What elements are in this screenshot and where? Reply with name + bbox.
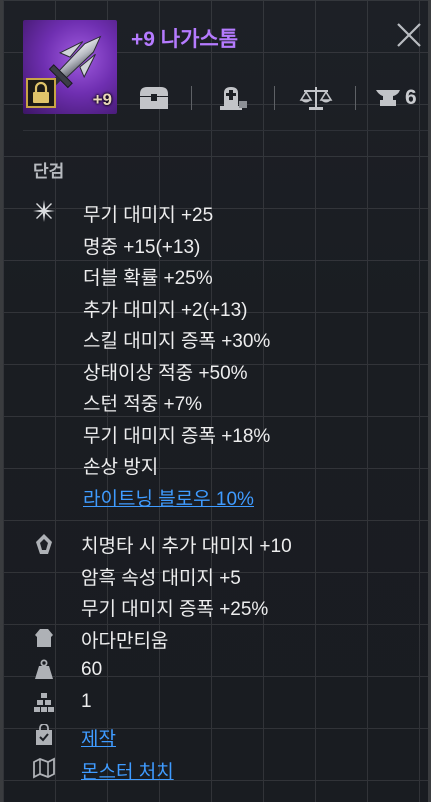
quantity-value: 1 bbox=[81, 691, 92, 712]
anvil-count: 6 bbox=[405, 86, 417, 109]
header-divider bbox=[23, 130, 428, 131]
stat-line: 무기 대미지 증폭 +18% bbox=[83, 425, 271, 447]
stat-line: 무기 대미지 증폭 +25% bbox=[81, 599, 269, 620]
stat-line: 더블 확률 +25% bbox=[83, 268, 213, 289]
material-icon bbox=[35, 629, 53, 647]
item-tooltip-panel: +9 +9 나가스톰 6 단검 무기 대미지 +25 명중 +15(+13) 더… bbox=[0, 0, 431, 802]
craft-bag-icon bbox=[36, 724, 52, 745]
toolbar-separator bbox=[191, 86, 192, 110]
close-button[interactable] bbox=[391, 17, 427, 53]
stack-icon bbox=[34, 693, 54, 712]
item-toolbar: 6 bbox=[129, 80, 427, 116]
toolbar-separator bbox=[274, 86, 275, 110]
material-text: 아다만티움 bbox=[81, 631, 169, 652]
weight-value: 60 bbox=[81, 659, 103, 680]
stat-line: 암흑 속성 대미지 +5 bbox=[81, 567, 241, 589]
anvil-icon[interactable] bbox=[374, 84, 404, 112]
enhance-level: +9 bbox=[92, 90, 112, 109]
toolbar-separator bbox=[355, 86, 356, 110]
lock-badge[interactable] bbox=[26, 78, 56, 108]
weight-icon bbox=[35, 659, 53, 679]
item-name: +9 나가스톰 bbox=[131, 28, 239, 51]
special-stats-list: 치명타 시 추가 대미지 +10 암흑 속성 대미지 +5 무기 대미지 증폭 … bbox=[81, 531, 292, 626]
stat-line: 무기 대미지 +25 bbox=[83, 205, 214, 226]
stat-line: 명중 +15(+13) bbox=[83, 236, 201, 258]
stat-line: 스킬 대미지 증폭 +30% bbox=[83, 331, 271, 352]
skill-link[interactable]: 라이트닝 블로우 10% bbox=[83, 484, 270, 516]
stat-line: 상태이상 적중 +50% bbox=[83, 362, 248, 384]
stat-line: 추가 대미지 +2(+13) bbox=[83, 299, 248, 321]
lock-icon bbox=[33, 81, 49, 103]
stat-line: 손상 방지 bbox=[83, 457, 159, 478]
stat-line: 스턴 적중 +7% bbox=[83, 394, 203, 415]
craft-link[interactable]: 제작 bbox=[81, 724, 116, 751]
sparkle-icon bbox=[33, 200, 55, 222]
map-icon bbox=[33, 757, 55, 779]
gem-icon bbox=[36, 534, 52, 554]
close-icon bbox=[397, 23, 421, 47]
tombstone-icon[interactable] bbox=[217, 84, 249, 112]
base-stats-list: 무기 대미지 +25 명중 +15(+13) 더블 확률 +25% 추가 대미지… bbox=[83, 200, 270, 515]
chest-icon[interactable] bbox=[137, 84, 171, 112]
item-type-label: 단검 bbox=[33, 162, 65, 181]
scale-icon[interactable] bbox=[299, 84, 333, 112]
item-icon[interactable]: +9 bbox=[23, 20, 117, 114]
stat-line: 치명타 시 추가 대미지 +10 bbox=[81, 536, 292, 557]
source-link[interactable]: 몬스터 처치 bbox=[81, 757, 174, 784]
